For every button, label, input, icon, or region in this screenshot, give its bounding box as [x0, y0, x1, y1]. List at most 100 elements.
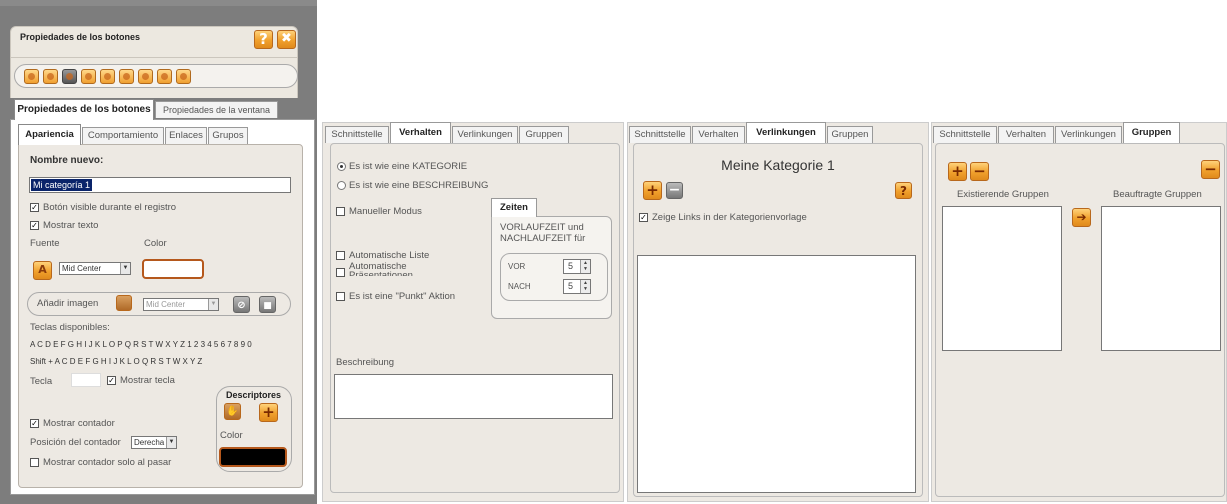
close-x-icon: ✖ — [281, 31, 292, 46]
toolbar-shape-icon[interactable] — [24, 69, 39, 84]
toolbar-film-icon[interactable] — [100, 69, 115, 84]
image-align-select[interactable]: Mid Center ▼ — [143, 298, 219, 311]
remove-assigned-button[interactable]: − — [1201, 160, 1220, 179]
show-links-checkbox[interactable]: ✓ — [639, 213, 648, 222]
tab-button-properties[interactable]: Propiedades de los botones — [14, 99, 154, 120]
tab-times[interactable]: Zeiten — [491, 198, 537, 217]
toolbar-copy-icon[interactable] — [176, 69, 191, 84]
no-image-icon: ⊘ — [237, 300, 246, 311]
descriptor-edit-button[interactable]: ✋ — [224, 403, 241, 420]
after-spinner[interactable]: 5 ▲ ▼ — [563, 279, 591, 294]
point-action-label: Es ist eine "Punkt" Aktion — [349, 291, 456, 302]
up-down-arrows-icon: ▲ ▼ — [580, 280, 590, 293]
tab-interface-4[interactable]: Schnittstelle — [933, 126, 997, 143]
image-align-value: Mid Center — [146, 300, 186, 309]
keys-row-1: A C D E F G H I J K L O P Q R S T W X Y … — [30, 340, 252, 349]
counter-position-label: Posición del contador — [30, 437, 121, 448]
tab-groups[interactable]: Grupos — [208, 127, 248, 144]
tab-groups-de[interactable]: Gruppen — [519, 126, 569, 143]
arrow-right-icon: ➔ — [1076, 210, 1087, 224]
toolbar-rounded-icon[interactable] — [81, 69, 96, 84]
description-label: Beschreibung — [336, 357, 395, 368]
visible-label: Botón visible durante el registro — [43, 202, 177, 213]
help-button[interactable]: ? — [254, 30, 273, 49]
after-value: 5 — [568, 281, 574, 291]
add-group-button[interactable]: + — [948, 162, 967, 181]
existing-groups-list[interactable] — [942, 206, 1062, 351]
show-text-checkbox[interactable]: ✓ — [30, 221, 39, 230]
remove-group-button[interactable]: − — [970, 162, 989, 181]
toolbar-square-icon[interactable] — [62, 69, 77, 84]
assigned-groups-list[interactable] — [1101, 206, 1221, 351]
description-radio[interactable] — [337, 181, 346, 190]
chevron-down-icon: ▼ — [208, 299, 218, 310]
font-button[interactable]: A — [33, 261, 52, 280]
tab-behavior-4[interactable]: Verhalten — [998, 126, 1054, 143]
category-radio[interactable] — [337, 162, 346, 171]
help-button-links[interactable]: ? — [895, 182, 912, 199]
toolbar-circle-icon[interactable] — [43, 69, 58, 84]
show-key-checkbox[interactable]: ✓ — [107, 376, 116, 385]
assign-group-button[interactable]: ➔ — [1072, 208, 1091, 227]
hand-icon: ✋ — [226, 406, 239, 417]
counter-hover-checkbox[interactable] — [30, 458, 39, 467]
close-button[interactable]: ✖ — [277, 30, 296, 49]
tab-window-properties[interactable]: Propiedades de la ventana — [155, 101, 278, 118]
manual-mode-checkbox[interactable] — [336, 207, 345, 216]
add-link-button[interactable]: + — [643, 181, 662, 200]
minus-icon: − — [668, 182, 681, 198]
remove-link-button[interactable]: − — [666, 182, 683, 199]
auto-presentations-label: Automatische Präsentationen — [349, 262, 413, 276]
tab-interface[interactable]: Schnittstelle — [325, 126, 389, 143]
toolbar-grid-icon[interactable] — [138, 69, 153, 84]
tab-links-4[interactable]: Verlinkungen — [1055, 126, 1122, 143]
times-spinner-group — [500, 253, 608, 301]
tab-links-de[interactable]: Verlinkungen — [452, 126, 518, 143]
links-list[interactable] — [637, 255, 916, 493]
show-counter-checkbox[interactable]: ✓ — [30, 419, 39, 428]
tab-behavior-3[interactable]: Verhalten — [692, 126, 745, 143]
descriptor-add-button[interactable]: + — [259, 403, 278, 422]
counter-position-select[interactable]: Derecha ▼ — [131, 436, 177, 449]
name-input-value: Mi categoría 1 — [31, 179, 93, 191]
point-action-checkbox[interactable] — [336, 292, 345, 301]
tab-groups-4[interactable]: Gruppen — [1123, 122, 1180, 143]
before-label: VOR — [508, 262, 526, 271]
image-square-button[interactable]: ■ — [259, 296, 276, 313]
visible-checkbox[interactable]: ✓ — [30, 203, 39, 212]
toolbar-image-icon[interactable] — [119, 69, 134, 84]
description-textarea[interactable] — [334, 374, 613, 419]
plus-icon: + — [262, 403, 275, 421]
toolbar-folder-icon[interactable] — [157, 69, 172, 84]
show-key-label: Mostrar tecla — [120, 375, 175, 386]
tab-links-3[interactable]: Verlinkungen — [746, 122, 826, 143]
add-image-button[interactable] — [116, 295, 132, 311]
clear-image-button[interactable]: ⊘ — [233, 296, 250, 313]
descriptors-color-swatch[interactable] — [219, 447, 287, 467]
times-text: VORLAUFZEIT und NACHLAUFZEIT für — [500, 222, 586, 244]
auto-list-label: Automatische Liste — [349, 250, 430, 261]
button-toolbar — [14, 64, 298, 88]
counter-hover-label: Mostrar contador solo al pasar — [43, 457, 172, 468]
tab-groups-3[interactable]: Gruppen — [827, 126, 873, 143]
show-text-label: Mostrar texto — [43, 220, 99, 231]
name-input[interactable]: Mi categoría 1 — [29, 177, 291, 193]
tab-interface-3[interactable]: Schnittstelle — [629, 126, 691, 143]
up-down-arrows-icon: ▲ ▼ — [580, 260, 590, 273]
key-input[interactable] — [71, 373, 101, 387]
question-icon: ? — [900, 184, 907, 198]
panel1-title: Propiedades de los botones — [20, 32, 141, 42]
tab-behavior-de[interactable]: Verhalten — [390, 122, 451, 143]
tab-behavior[interactable]: Comportamiento — [82, 127, 164, 144]
auto-presentations-checkbox[interactable] — [336, 268, 345, 277]
font-label: Fuente — [30, 238, 60, 249]
keys-label: Teclas disponibles: — [30, 322, 110, 333]
assigned-groups-label: Beauftragte Gruppen — [1113, 189, 1202, 200]
before-spinner[interactable]: 5 ▲ ▼ — [563, 259, 591, 274]
auto-list-checkbox[interactable] — [336, 251, 345, 260]
font-align-select[interactable]: Mid Center ▼ — [59, 262, 131, 275]
font-color-swatch[interactable] — [142, 259, 204, 279]
descriptors-color-label: Color — [220, 430, 243, 441]
tab-links[interactable]: Enlaces — [165, 127, 207, 144]
tab-appearance[interactable]: Apariencia — [18, 124, 81, 145]
